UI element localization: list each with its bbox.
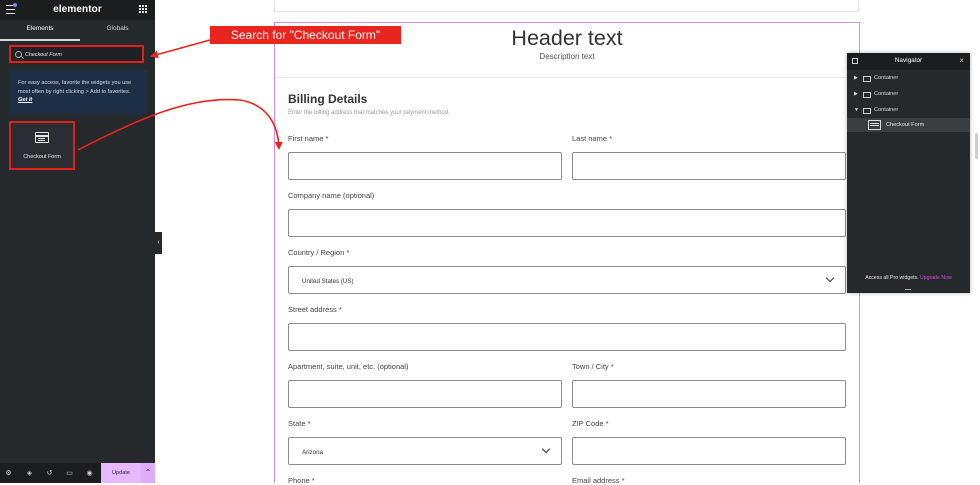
- navigator-panel: Navigator × ▶ Container ▶ Container ▼ Co…: [847, 53, 970, 293]
- layers-icon[interactable]: ◈: [26, 470, 33, 477]
- checkout-form-icon: [35, 132, 49, 143]
- checkout-form-icon: [868, 120, 881, 130]
- settings-icon[interactable]: ⚙: [5, 470, 12, 477]
- search-input[interactable]: [25, 48, 135, 61]
- country-label: Country / Region *: [288, 248, 350, 257]
- apartment-label: Apartment, suite, unit, etc. (optional): [288, 362, 409, 371]
- container-icon: [863, 91, 871, 98]
- navigator-item-label: Container: [874, 90, 899, 97]
- billing-title: Billing Details: [288, 92, 368, 106]
- email-label: Email address *: [572, 476, 625, 485]
- annotation-callout: Search for "Checkout Form": [210, 26, 401, 44]
- scrollbar[interactable]: [975, 133, 978, 159]
- country-value: United States (US): [302, 278, 354, 285]
- pro-widgets-text: Access all Pro widgets.: [865, 275, 919, 281]
- panel-topbar: elementor: [0, 0, 155, 20]
- widget-label: Checkout Form: [23, 154, 61, 160]
- navigator-item[interactable]: ▶ Container: [847, 71, 970, 85]
- arrow-to-search: [150, 39, 211, 59]
- company-label: Company name (optional): [288, 191, 375, 200]
- navigator-header[interactable]: Navigator ×: [847, 53, 970, 70]
- divider: [275, 77, 859, 78]
- navigator-footer: Access all Pro widgets. Upgrade Now: [847, 275, 970, 281]
- first-name-field[interactable]: [288, 152, 562, 180]
- chevron-up-icon[interactable]: ⌃: [141, 463, 155, 483]
- widget-search[interactable]: [9, 45, 144, 63]
- history-icon[interactable]: ↺: [46, 470, 53, 477]
- search-icon: [15, 51, 22, 58]
- caret-right-icon[interactable]: ▶: [854, 91, 858, 97]
- navigator-item-label: Container: [874, 74, 899, 81]
- responsive-icon[interactable]: ▭: [66, 470, 73, 477]
- state-value: Arizona: [302, 449, 323, 456]
- state-select[interactable]: Arizona: [288, 437, 562, 465]
- upgrade-now-link[interactable]: Upgrade Now: [920, 275, 952, 281]
- street-label: Street address *: [288, 305, 342, 314]
- chevron-down-icon: [825, 273, 835, 283]
- favorites-tip: For easy access, favorite the widgets yo…: [9, 70, 147, 114]
- tab-globals[interactable]: Globals: [80, 20, 155, 39]
- chevron-down-icon: [541, 444, 551, 454]
- billing-subtitle: Enter the billing address that matches y…: [288, 110, 450, 116]
- get-it-link[interactable]: Get it: [18, 97, 32, 103]
- zip-label: ZIP Code *: [572, 419, 609, 428]
- navigator-item-label: Container: [874, 106, 899, 113]
- zip-field[interactable]: [572, 437, 846, 465]
- preview-eye-icon[interactable]: ◉: [86, 470, 93, 477]
- panel-tabs: Elements Globals: [0, 20, 155, 41]
- resize-handle[interactable]: [905, 289, 911, 290]
- tab-elements[interactable]: Elements: [0, 20, 80, 41]
- street-field[interactable]: [288, 323, 846, 351]
- state-label: State *: [288, 419, 311, 428]
- apartment-field[interactable]: [288, 380, 562, 408]
- checkout-form-widget[interactable]: Checkout Form: [9, 121, 75, 170]
- header-description: Description text: [539, 52, 595, 61]
- navigator-item[interactable]: ▶ Container: [847, 87, 970, 101]
- navigator-child-label: Checkout Form: [886, 122, 925, 128]
- caret-right-icon[interactable]: ▶: [854, 75, 858, 81]
- town-label: Town / City *: [572, 362, 614, 371]
- previous-section: [274, 0, 859, 12]
- navigator-item[interactable]: ▼ Container: [847, 103, 970, 117]
- town-field[interactable]: [572, 380, 846, 408]
- page-container: Header text Description text Billing Det…: [274, 22, 860, 485]
- favorites-tip-text: For easy access, favorite the widgets yo…: [18, 80, 132, 95]
- update-button[interactable]: Update: [101, 463, 141, 483]
- navigator-title: Navigator: [894, 57, 923, 64]
- country-select[interactable]: United States (US): [288, 266, 846, 294]
- first-name-label: First name *: [288, 134, 329, 143]
- container-icon: [863, 75, 871, 82]
- elementor-logo: elementor: [53, 4, 102, 15]
- elementor-panel: elementor Elements Globals For easy acce…: [0, 0, 155, 483]
- last-name-label: Last name *: [572, 134, 613, 143]
- company-field[interactable]: [288, 209, 846, 237]
- container-icon: [863, 107, 871, 114]
- navigator-child-checkout-form[interactable]: Checkout Form: [847, 118, 970, 132]
- phone-label: Phone *: [288, 476, 315, 485]
- widgets-grid-icon[interactable]: [139, 5, 148, 14]
- caret-down-icon[interactable]: ▼: [854, 107, 859, 113]
- last-name-field[interactable]: [572, 152, 846, 180]
- close-icon[interactable]: ×: [959, 56, 964, 65]
- collapse-panel-toggle[interactable]: ‹: [155, 232, 162, 254]
